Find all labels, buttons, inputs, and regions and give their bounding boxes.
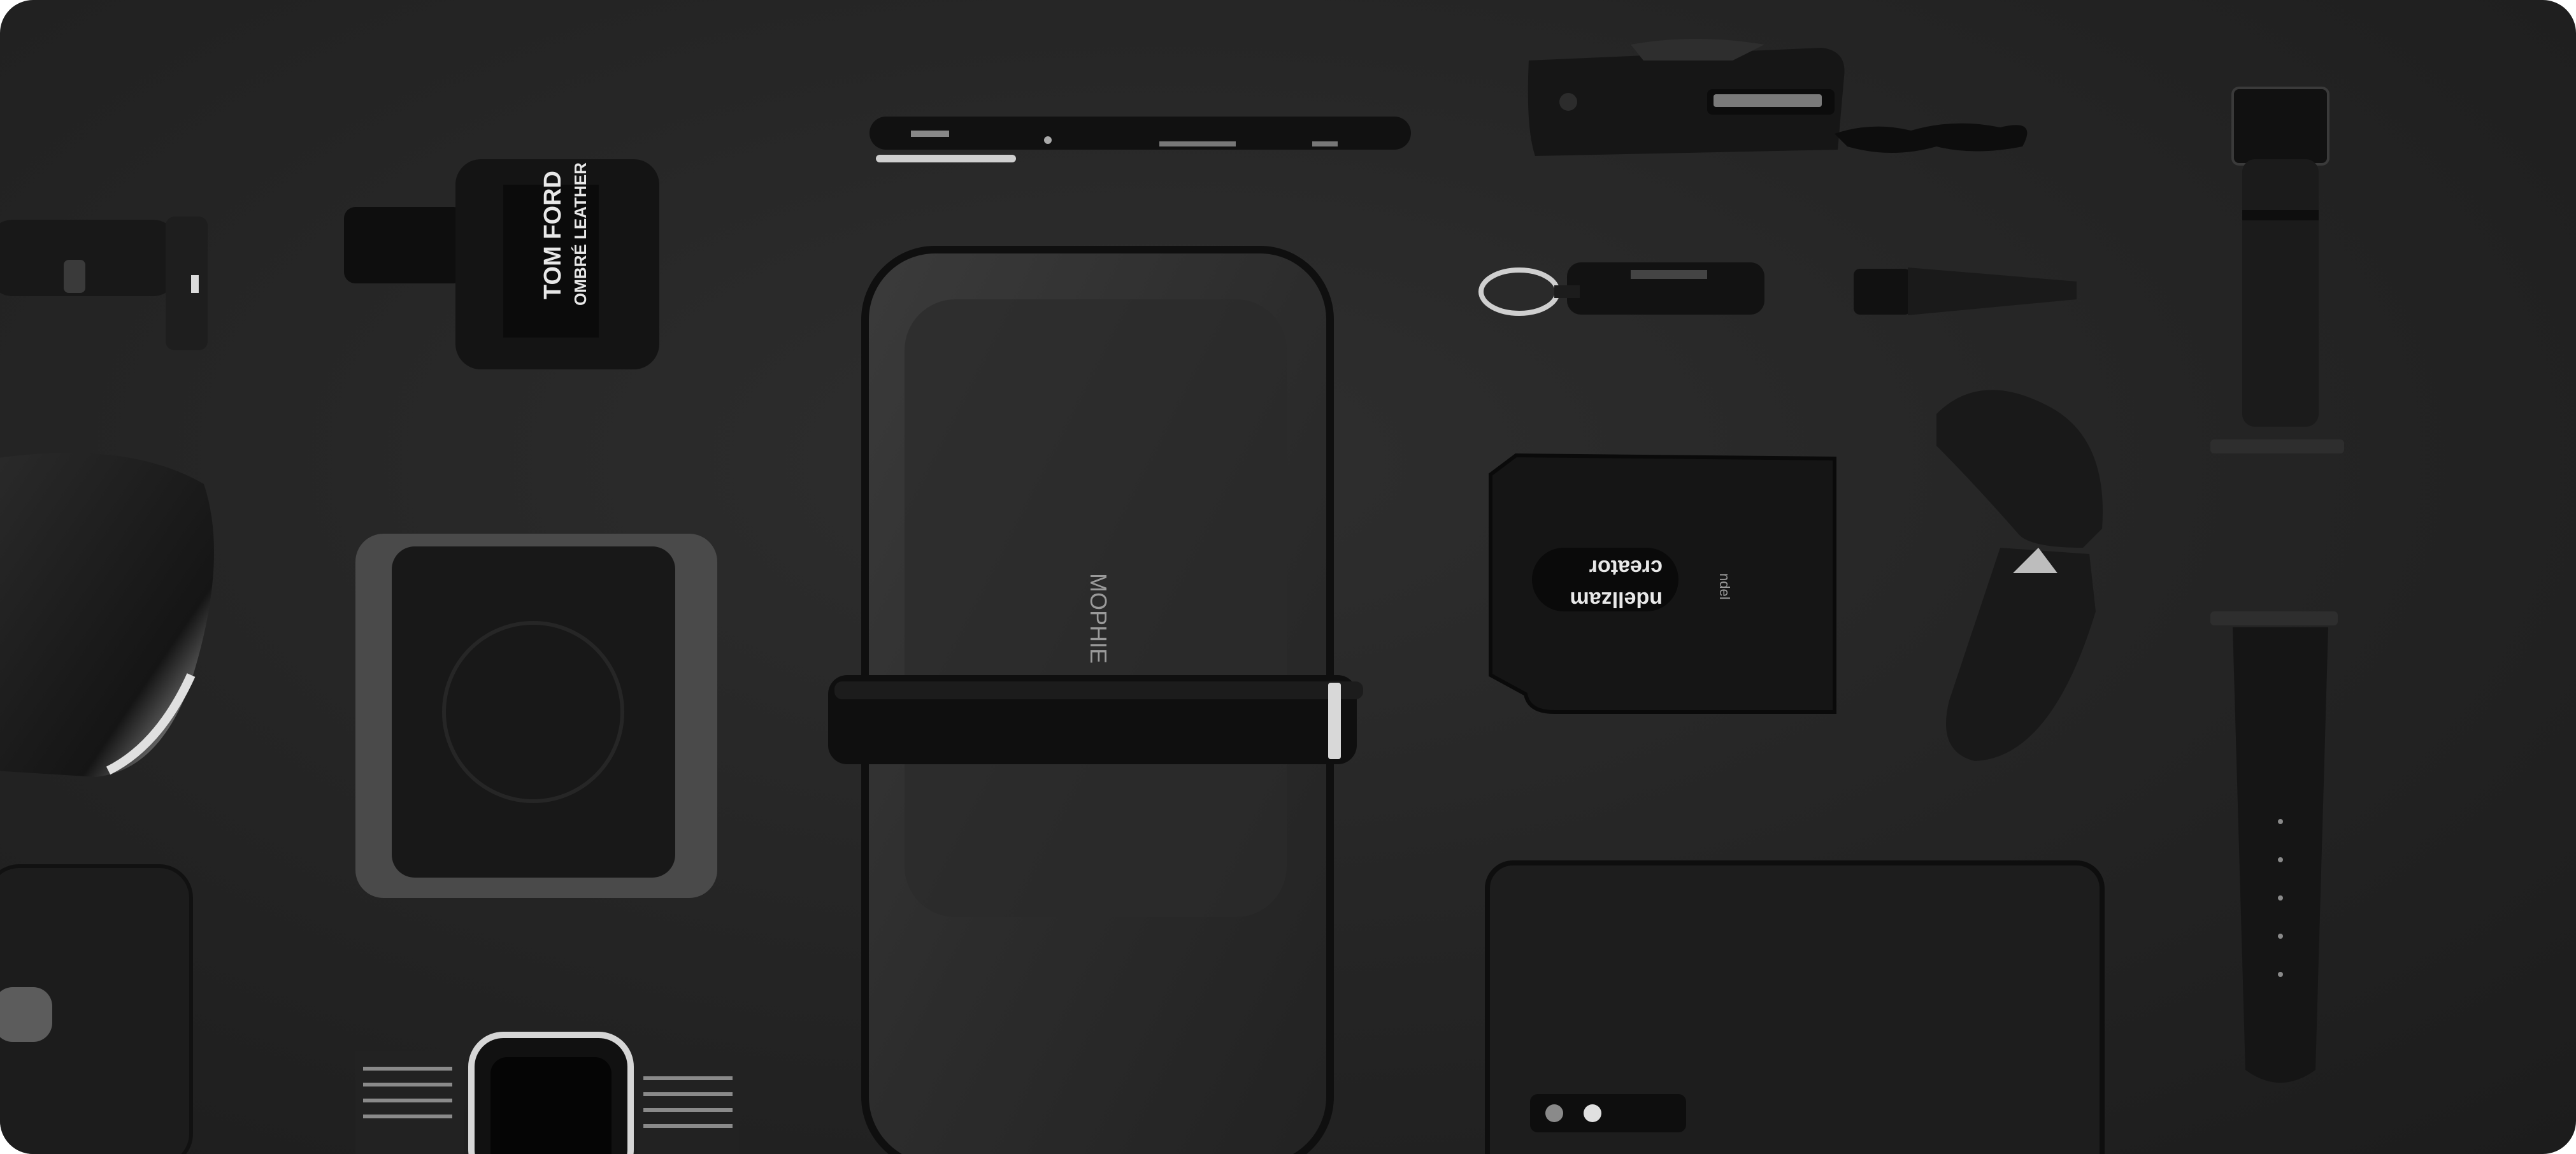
pen [869, 117, 1411, 162]
wallet-label-brand: ndellzam [1570, 587, 1663, 611]
smartwatch [355, 1032, 739, 1154]
pocket-multitool [1528, 39, 2028, 156]
brush [1854, 267, 2077, 315]
wireless-charging-pad [355, 534, 717, 898]
perfume-bottle: TOM FORD OMBRÉ LEATHER [344, 159, 659, 369]
wallet-label-creator: creator [1589, 555, 1663, 580]
phone-left [0, 864, 193, 1154]
usb-keychain-cable [1478, 262, 1764, 316]
phone-right [1485, 860, 2105, 1154]
perfume-label-brand: TOM FORD [540, 171, 566, 299]
watch-band-right-bottom [2210, 611, 2338, 1083]
perfume-label-scent: OMBRÉ LEATHER [571, 162, 590, 306]
tray-logo: MOPHIE [1085, 573, 1112, 664]
flat-lay-photo: TOM FORD OMBRÉ LEATHER MOPHIE creator nd… [0, 39, 2344, 1154]
wallet-small-mark: ndel [1717, 573, 1733, 600]
wireless-charging-tray: MOPHIE [828, 246, 1363, 1154]
photo-frame: TOM FORD OMBRÉ LEATHER MOPHIE creator nd… [0, 0, 2576, 1154]
computer-mouse [0, 453, 214, 777]
grip-controller [1936, 390, 2103, 761]
card-wallet: creator ndellzam ndel [1489, 453, 1836, 714]
watch-band-right-top [2210, 87, 2344, 453]
watch-band-left [0, 217, 208, 350]
